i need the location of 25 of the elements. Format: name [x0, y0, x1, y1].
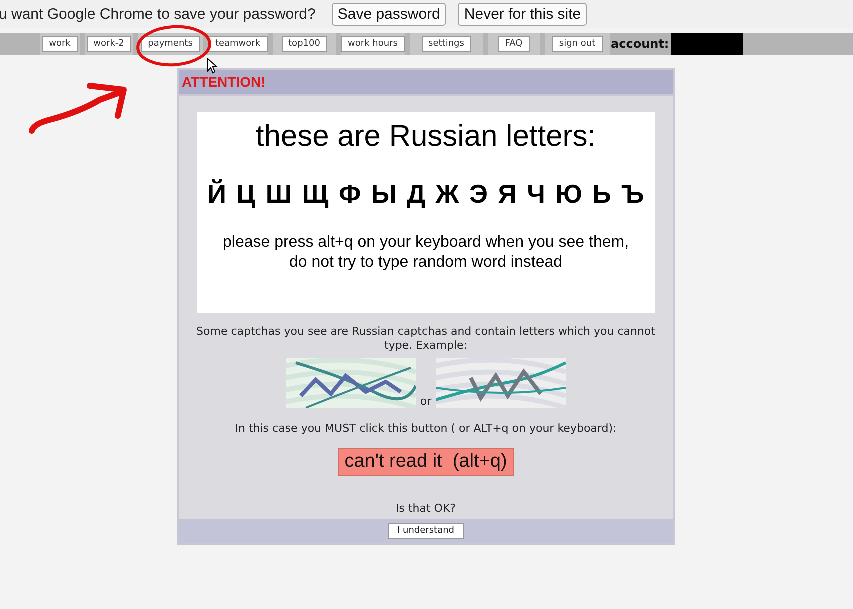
instruction-line: please press alt+q on your keyboard when you see them, [222, 233, 630, 253]
cant-read-button[interactable]: can't read it (alt+q) [338, 448, 514, 476]
never-save-button[interactable]: Never for this site [458, 2, 588, 26]
question-text: Is that OK? [394, 502, 458, 515]
nav-tab[interactable]: settings [422, 36, 472, 52]
nav-tab[interactable]: teamwork [208, 36, 268, 52]
nav-tab[interactable]: sign out [552, 36, 603, 52]
captcha-note: Some captchas you see are Russian captchas and contain letters which you cannot type. Example: [196, 325, 656, 353]
save-password-button[interactable]: Save password [332, 2, 446, 26]
account-label: account: [611, 37, 670, 51]
nav-tab[interactable]: work [42, 36, 78, 52]
or-label: or [420, 395, 432, 408]
cursor-icon [208, 58, 218, 74]
headline: these are Russian letters: [256, 120, 596, 154]
instruction-line: do not try to type random word instead [289, 253, 563, 273]
infobar-message: u want Google Chrome to save your password? [0, 6, 316, 22]
russian-letters: Й Ц Ш Щ Ф Ы Д Ж Э Я Ч Ю Ь Ъ [208, 179, 644, 210]
must-click-text: In this case you MUST click this button ( or ALT+q on your keyboard): [234, 422, 618, 435]
attention-title: ATTENTION! [182, 74, 266, 90]
understand-button[interactable]: I understand [388, 523, 464, 539]
nav-tab[interactable]: FAQ [498, 36, 530, 52]
nav-tab[interactable]: work-2 [86, 36, 132, 52]
nav-tab[interactable]: work hours [341, 36, 405, 52]
nav-tab[interactable]: top100 [282, 36, 328, 52]
nav-tab[interactable]: payments [141, 36, 200, 52]
